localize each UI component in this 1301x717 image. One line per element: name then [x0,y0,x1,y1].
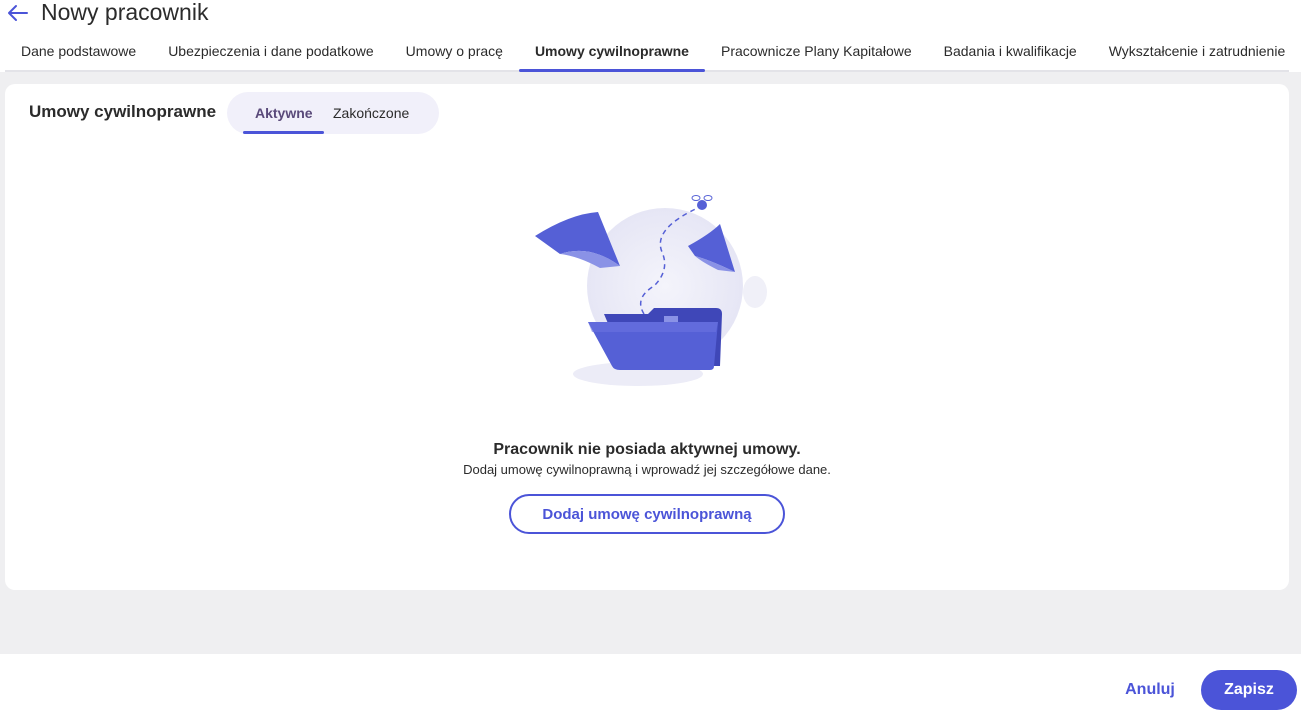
tab-umowy-o-prace[interactable]: Umowy o pracę [390,32,519,70]
empty-state-title: Pracownik nie posiada aktywnej umowy. [493,441,801,458]
tab-umowy-cywilnoprawne[interactable]: Umowy cywilnoprawne [518,32,706,72]
empty-state-subtitle: Dodaj umowę cywilnoprawną i wprowadź jej… [463,462,831,477]
back-button[interactable] [6,2,30,24]
tab-dane-podstawowe[interactable]: Dane podstawowe [5,32,152,70]
page-title: Nowy pracownik [41,0,209,25]
save-button[interactable]: Zapisz [1201,670,1297,710]
footer-actions: Anuluj Zapisz [0,654,1301,717]
contracts-card: Umowy cywilnoprawne Aktywne Zakończone P… [5,84,1289,590]
page-header: Nowy pracownik [0,0,1301,28]
subtab-aktywne[interactable]: Aktywne [243,92,324,134]
cancel-button[interactable]: Anuluj [1118,670,1182,710]
arrow-left-icon [8,5,28,21]
card-title: Umowy cywilnoprawne [29,102,217,121]
tab-ubezpieczenia[interactable]: Ubezpieczenia i dane podatkowe [152,32,389,70]
empty-folder-illustration [535,195,767,386]
subtab-zakonczone[interactable]: Zakończone [333,92,409,134]
main-tabs: Dane podstawowe Ubezpieczenia i dane pod… [5,32,1289,72]
tab-badania[interactable]: Badania i kwalifikacje [928,32,1093,70]
tab-wyksztalcenie[interactable]: Wykształcenie i zatrudnienie [1093,32,1301,70]
status-segmented-control: Aktywne Zakończone [227,92,439,134]
tab-ppk[interactable]: Pracownicze Plany Kapitałowe [705,32,928,70]
add-civil-contract-button[interactable]: Dodaj umowę cywilnoprawną [509,494,785,534]
